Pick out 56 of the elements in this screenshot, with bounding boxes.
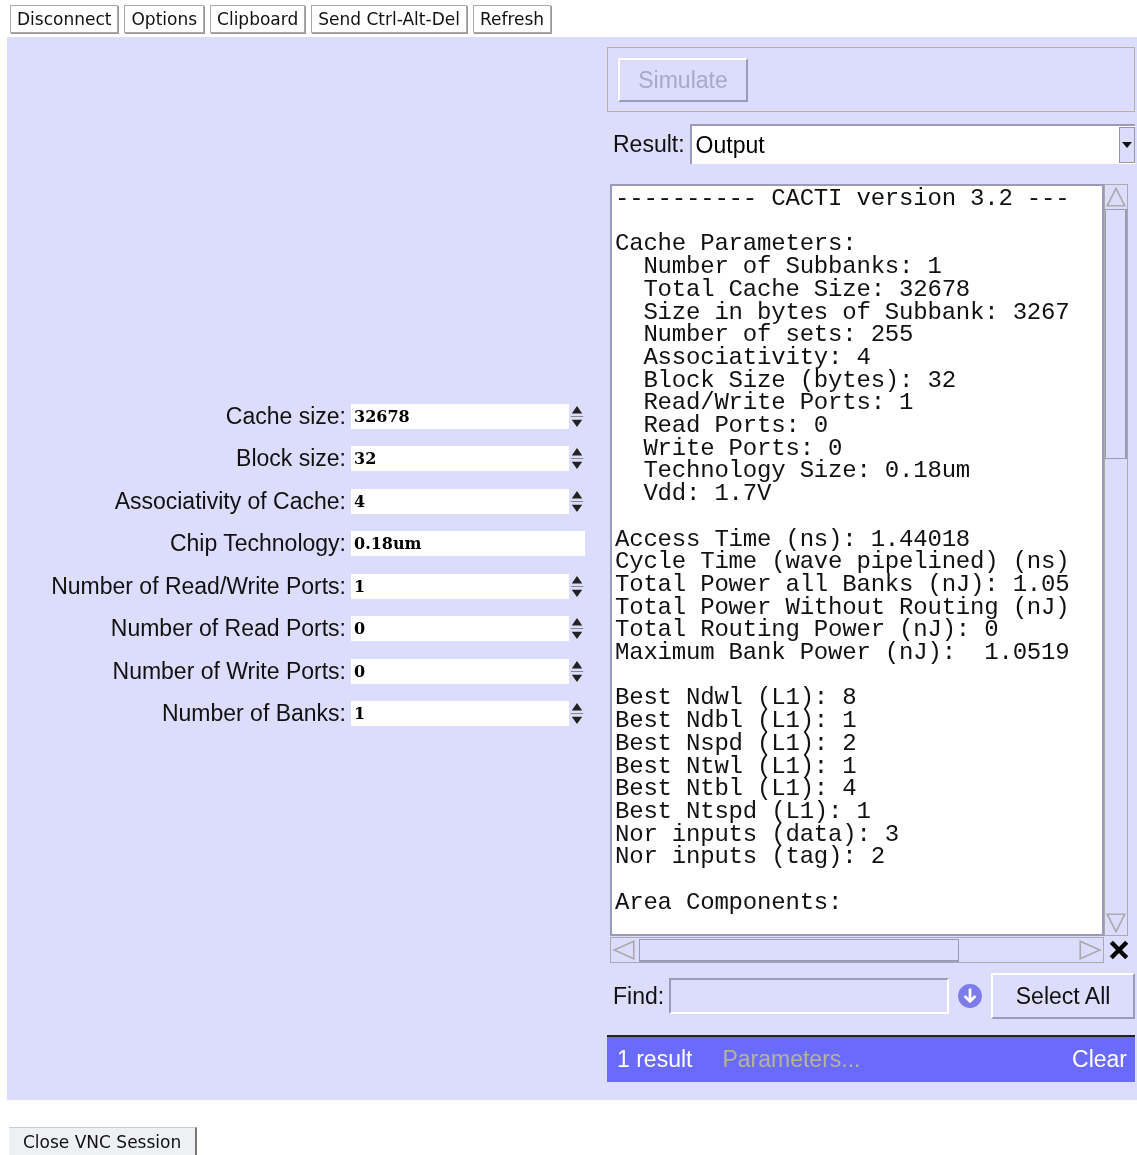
spinner-field[interactable]: 1	[351, 573, 585, 599]
search-query: Parameters...	[722, 1046, 862, 1073]
output-line: ---------- CACTI version 3.2 ---	[615, 188, 1071, 211]
output-line: Number of Subbanks: 1	[642, 256, 942, 279]
field-label: Associativity of Cache:	[114, 487, 346, 515]
output-line: Read/Write Ports: 1	[642, 392, 915, 415]
output-line: Vdd: 1.7V	[642, 483, 772, 506]
spinner-field[interactable]: 32	[351, 446, 585, 472]
output-line: Cycle Time (wave pipelined) (ns)	[615, 551, 1071, 574]
result-label: Result:	[613, 130, 685, 158]
output-text-area[interactable]	[610, 184, 1104, 936]
output-line: Best Nspd (L1): 2	[615, 732, 858, 756]
find-label: Find:	[613, 982, 665, 1010]
spinner-field[interactable]: 0	[351, 616, 585, 642]
spinner-field[interactable]: 0	[351, 658, 585, 684]
arrow-down-icon[interactable]	[957, 983, 984, 1009]
toolbar-button[interactable]: Clipboard	[210, 5, 306, 33]
select-all-button[interactable]: Select All	[991, 973, 1135, 1019]
close-icon[interactable]	[1108, 939, 1130, 961]
output-line: Number of sets: 255	[642, 324, 915, 347]
vertical-scrollbar[interactable]	[1104, 184, 1128, 936]
field-label: Number of Read Ports:	[110, 615, 346, 643]
output-line: Maximum Bank Power (nJ): 1.0519	[615, 642, 1071, 665]
close-session-button[interactable]: Close VNC Session	[9, 1127, 198, 1155]
field-label: Block size:	[236, 445, 346, 473]
output-line: Total Power all Banks (nJ): 1.05	[615, 573, 1071, 597]
field-label: Number of Read/Write Ports:	[51, 572, 346, 600]
output-line: Read Ports: 0	[642, 415, 830, 438]
output-line: Associativity: 4	[642, 346, 871, 370]
horizontal-scrollbar[interactable]	[610, 937, 1104, 963]
field-label: Number of Banks:	[161, 700, 346, 728]
output-line: Best Ntspd (L1): 1	[615, 800, 872, 824]
toolbar-button[interactable]: Refresh	[472, 5, 552, 33]
toolbar-button[interactable]: Options	[124, 5, 205, 33]
spinner-field[interactable]: 1	[351, 701, 585, 727]
output-line: Area Components:	[615, 891, 844, 915]
output-line: Total Cache Size: 32678	[642, 278, 971, 302]
find-field[interactable]	[669, 978, 950, 1014]
scrollbar-thumb[interactable]	[639, 938, 959, 962]
output-line: Best Ntbl (L1): 4	[615, 778, 858, 801]
caret-icon[interactable]	[1119, 127, 1135, 163]
clear-button[interactable]: Clear	[1072, 1046, 1127, 1073]
result-count: 1 result	[617, 1046, 693, 1073]
output-line: Nor inputs (data): 3	[615, 823, 901, 847]
field-label: Number of Write Ports:	[112, 657, 346, 685]
field-label: Chip Technology:	[169, 530, 346, 558]
output-line: Nor inputs (tag): 2	[615, 846, 886, 870]
result-dropdown[interactable]: Output	[689, 124, 1135, 164]
toolbar-button[interactable]: Send Ctrl-Alt-Del	[311, 5, 467, 33]
spinner-field[interactable]: 4	[351, 488, 585, 514]
field-label: Cache size:	[225, 402, 346, 430]
output-line: Best Ndbl (L1): 1	[615, 710, 858, 733]
text-field[interactable]: 0.18um	[351, 531, 585, 557]
scrollbar-thumb[interactable]	[1105, 209, 1127, 459]
spinner-field[interactable]: 32678	[351, 403, 585, 429]
toolbar-button[interactable]: Disconnect	[10, 5, 119, 33]
